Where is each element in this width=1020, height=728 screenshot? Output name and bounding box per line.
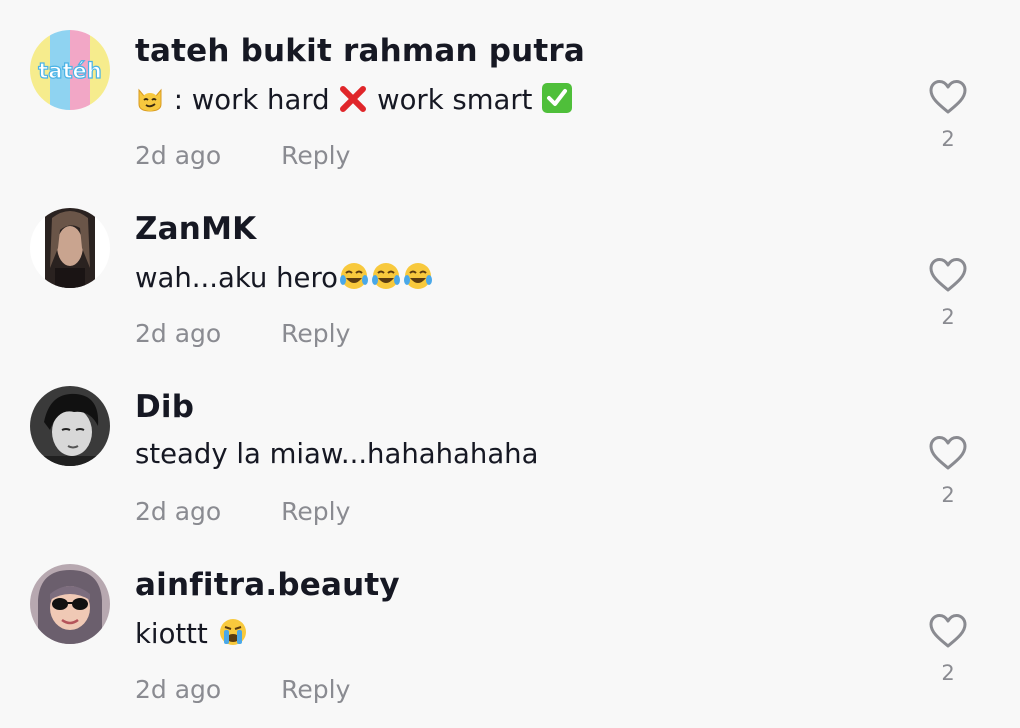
- comment-username[interactable]: Dib: [135, 389, 194, 425]
- comment-item: Dib steady la miaw...hahahahaha 2d ago R…: [0, 356, 1020, 534]
- like-count: 2: [941, 127, 955, 151]
- comment-time: 2d ago: [135, 497, 222, 526]
- avatar-photo: [30, 386, 110, 466]
- loudly-crying-emoji: [217, 616, 249, 655]
- avatar[interactable]: [30, 564, 110, 644]
- like-button[interactable]: 2: [926, 79, 970, 151]
- comment-username[interactable]: tateh bukit rahman putra: [135, 33, 585, 69]
- like-count: 2: [941, 305, 955, 329]
- heart-outline-icon: [929, 80, 967, 114]
- like-count: 2: [941, 661, 955, 685]
- reply-button[interactable]: Reply: [281, 497, 350, 526]
- comment-text: steady la miaw...hahahahaha: [135, 438, 539, 470]
- reply-button[interactable]: Reply: [281, 319, 350, 348]
- like-button[interactable]: 2: [926, 257, 970, 329]
- avatar-photo: [30, 564, 110, 644]
- comment-time: 2d ago: [135, 141, 222, 170]
- avatar[interactable]: [30, 386, 110, 466]
- comment-item: tatéh tateh bukit rahman putra : work ha…: [0, 0, 1020, 178]
- comment-time: 2d ago: [135, 675, 222, 704]
- comment-meta: 2d ago Reply: [135, 319, 350, 348]
- heart-outline-icon: [929, 614, 967, 648]
- comment-username[interactable]: ZanMK: [135, 211, 256, 247]
- comment-meta: 2d ago Reply: [135, 675, 350, 704]
- tears-of-joy-emoji: [370, 260, 402, 299]
- comment-text: : work hard work smart: [135, 82, 573, 121]
- avatar[interactable]: tatéh: [30, 30, 110, 110]
- smirking-cat-emoji: [135, 84, 165, 121]
- tears-of-joy-emoji: [338, 260, 370, 299]
- avatar-tateh-logo: tatéh: [30, 30, 110, 110]
- comment-username[interactable]: ainfitra.beauty: [135, 567, 400, 603]
- check-mark-button-emoji: [541, 82, 573, 121]
- comment-text: wah...aku hero: [135, 260, 434, 299]
- like-button[interactable]: 2: [926, 613, 970, 685]
- comment-meta: 2d ago Reply: [135, 141, 350, 170]
- comment-item: ainfitra.beauty kiottt 2d ago Reply 2: [0, 534, 1020, 712]
- avatar-photo: [30, 208, 110, 288]
- comment-list: tatéh tateh bukit rahman putra : work ha…: [0, 0, 1020, 728]
- reply-button[interactable]: Reply: [281, 675, 350, 704]
- like-count: 2: [941, 483, 955, 507]
- tears-of-joy-emoji: [402, 260, 434, 299]
- avatar[interactable]: [30, 208, 110, 288]
- like-button[interactable]: 2: [926, 435, 970, 507]
- comment-time: 2d ago: [135, 319, 222, 348]
- comment-text: kiottt: [135, 616, 249, 655]
- heart-outline-icon: [929, 436, 967, 470]
- cross-mark-emoji: [338, 84, 368, 121]
- heart-outline-icon: [929, 258, 967, 292]
- comment-item: ZanMK wah...aku hero 2d ago Reply 2: [0, 178, 1020, 356]
- reply-button[interactable]: Reply: [281, 141, 350, 170]
- comment-meta: 2d ago Reply: [135, 497, 350, 526]
- svg-text:tatéh: tatéh: [38, 59, 101, 83]
